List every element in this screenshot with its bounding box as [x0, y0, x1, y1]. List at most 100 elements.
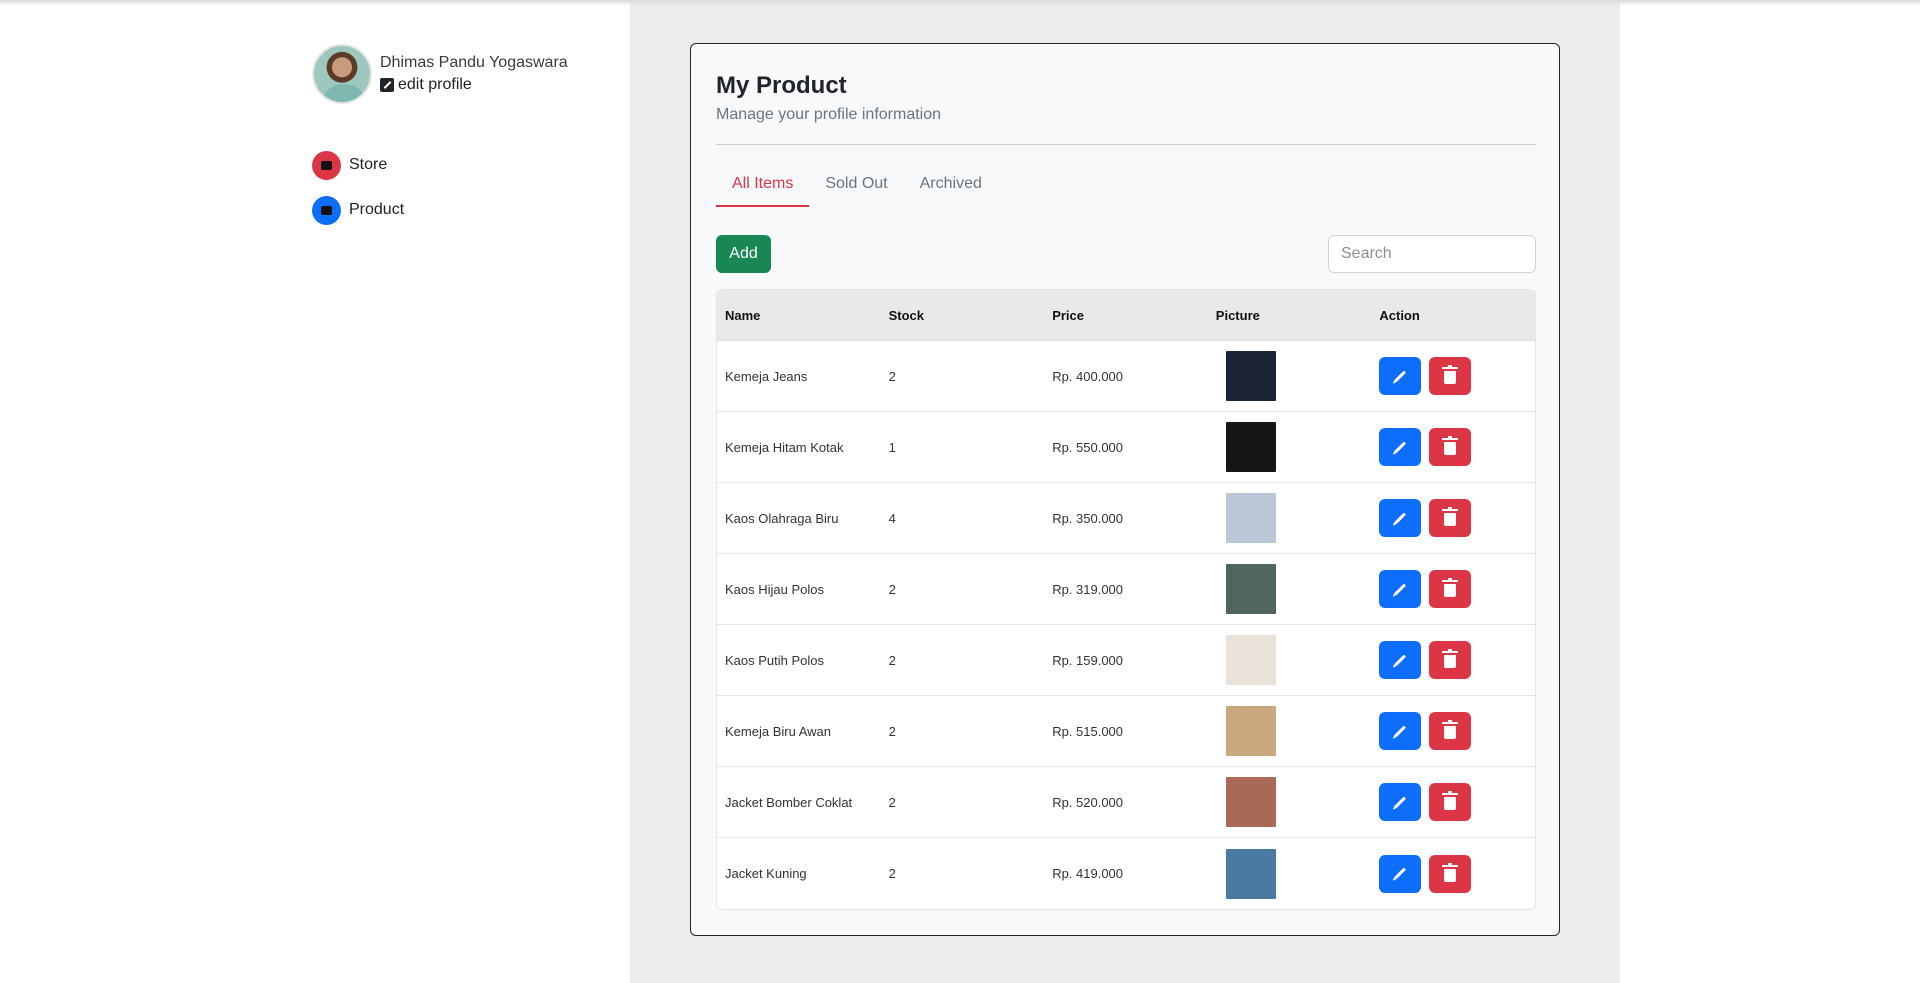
product-price: Rp. 319.000 — [1052, 581, 1124, 597]
action-cell — [1371, 783, 1535, 821]
pencil-icon — [1394, 867, 1407, 880]
add-button[interactable]: Add — [716, 235, 771, 273]
table-row: Kaos Putih Polos 2 Rp. 159.000 — [717, 625, 1535, 696]
trash-icon — [1442, 791, 1459, 810]
product-name: Kaos Hijau Polos — [725, 581, 824, 597]
table-body: Kemeja Jeans 2 Rp. 400.000 Kemeja Hitam Kot… — [717, 341, 1535, 909]
delete-button[interactable] — [1429, 357, 1472, 395]
action-cell — [1371, 854, 1535, 893]
tabs: All Items Sold Out Archived — [716, 167, 998, 207]
delete-button[interactable] — [1429, 499, 1472, 537]
action-cell — [1371, 499, 1535, 537]
action-cell — [1371, 712, 1535, 750]
pencil-icon — [1394, 440, 1407, 454]
product-thumbnail — [1225, 848, 1276, 899]
product-stock: 4 — [888, 510, 896, 526]
tab-sold-out[interactable]: Sold Out — [809, 167, 903, 207]
edit-button[interactable] — [1379, 854, 1422, 893]
product-name: Kemeja Biru Awan — [725, 723, 831, 739]
edit-button[interactable] — [1379, 712, 1422, 750]
pencil-icon — [1394, 653, 1407, 667]
picture-cell — [1208, 777, 1372, 827]
column-header-action: Action — [1379, 307, 1420, 323]
profile-block: Dhimas Pandu Yogaswara edit profile — [312, 44, 568, 104]
sidebar-item-label: Store — [349, 156, 388, 173]
delete-button[interactable] — [1429, 854, 1472, 893]
product-thumbnail — [1225, 493, 1276, 543]
trash-icon — [1442, 862, 1459, 882]
picture-cell — [1208, 564, 1372, 614]
product-stock: 1 — [888, 439, 896, 455]
product-name: Kemeja Hitam Kotak — [725, 439, 844, 455]
column-header-price: Price — [1052, 307, 1084, 323]
product-price: Rp. 400.000 — [1052, 368, 1124, 384]
product-price: Rp. 520.000 — [1052, 794, 1124, 810]
picture-cell — [1208, 422, 1372, 472]
product-name: Kaos Olahraga Biru — [725, 510, 839, 526]
picture-cell — [1208, 493, 1372, 543]
product-name: Kaos Putih Polos — [725, 652, 825, 668]
edit-icon — [380, 78, 394, 92]
avatar[interactable] — [312, 44, 372, 104]
product-name: Jacket Kuning — [725, 866, 807, 881]
picture-cell — [1208, 635, 1372, 685]
top-shadow — [0, 0, 1920, 6]
table-row: Jacket Bomber Coklat 2 Rp. 520.000 — [717, 767, 1535, 838]
search-input[interactable] — [1328, 235, 1536, 273]
edit-button[interactable] — [1379, 428, 1422, 466]
trash-icon — [1442, 365, 1459, 384]
product-price: Rp. 419.000 — [1052, 866, 1124, 881]
product-stock: 2 — [888, 368, 896, 384]
product-name: Jacket Bomber Coklat — [725, 794, 853, 810]
product-price: Rp. 350.000 — [1052, 510, 1124, 526]
tab-archived[interactable]: Archived — [904, 167, 998, 207]
product-stock: 2 — [888, 794, 896, 810]
box-icon — [312, 195, 341, 225]
table-row: Kemeja Jeans 2 Rp. 400.000 — [717, 341, 1535, 412]
sidebar — [0, 0, 630, 983]
column-header-stock: Stock — [888, 307, 924, 323]
sidebar-item-product[interactable]: Product — [312, 195, 404, 225]
action-cell — [1371, 641, 1535, 679]
product-thumbnail — [1225, 351, 1276, 401]
pencil-icon — [1394, 369, 1407, 383]
trash-icon — [1442, 436, 1459, 455]
action-cell — [1371, 570, 1535, 608]
edit-button[interactable] — [1379, 641, 1422, 679]
table-row: Kemeja Hitam Kotak 1 Rp. 550.000 — [717, 412, 1535, 483]
right-gutter — [1620, 0, 1920, 983]
product-price: Rp. 550.000 — [1052, 439, 1124, 455]
action-cell — [1371, 428, 1535, 466]
product-stock: 2 — [888, 723, 896, 739]
pencil-icon — [1394, 582, 1407, 596]
column-header-picture: Picture — [1215, 307, 1260, 323]
edit-button[interactable] — [1379, 499, 1422, 537]
product-stock: 2 — [888, 581, 896, 597]
divider — [716, 144, 1536, 145]
product-thumbnail — [1225, 706, 1276, 756]
table-header: Name Stock Price Picture Action — [717, 290, 1535, 341]
edit-button[interactable] — [1379, 570, 1422, 608]
edit-profile-link[interactable]: edit profile — [380, 76, 568, 94]
product-thumbnail — [1225, 422, 1276, 472]
column-header-name: Name — [725, 307, 761, 323]
delete-button[interactable] — [1429, 712, 1472, 750]
sidebar-item-store[interactable]: Store — [312, 150, 404, 180]
delete-button[interactable] — [1429, 570, 1472, 608]
product-thumbnail — [1225, 777, 1276, 827]
edit-button[interactable] — [1379, 783, 1422, 821]
delete-button[interactable] — [1429, 783, 1472, 821]
product-name: Kemeja Jeans — [725, 368, 808, 384]
tab-all-items[interactable]: All Items — [716, 167, 810, 207]
delete-button[interactable] — [1429, 641, 1472, 679]
pencil-icon — [1394, 511, 1407, 525]
table-row: Kaos Olahraga Biru 4 Rp. 350.000 — [717, 483, 1535, 554]
edit-button[interactable] — [1379, 357, 1422, 395]
sidebar-nav: Store Product — [312, 150, 404, 240]
product-thumbnail — [1225, 635, 1276, 685]
sidebar-item-label: Product — [349, 201, 405, 218]
page-title: My Product — [716, 72, 847, 99]
product-price: Rp. 159.000 — [1052, 652, 1124, 668]
picture-cell — [1208, 848, 1372, 899]
delete-button[interactable] — [1429, 428, 1472, 466]
